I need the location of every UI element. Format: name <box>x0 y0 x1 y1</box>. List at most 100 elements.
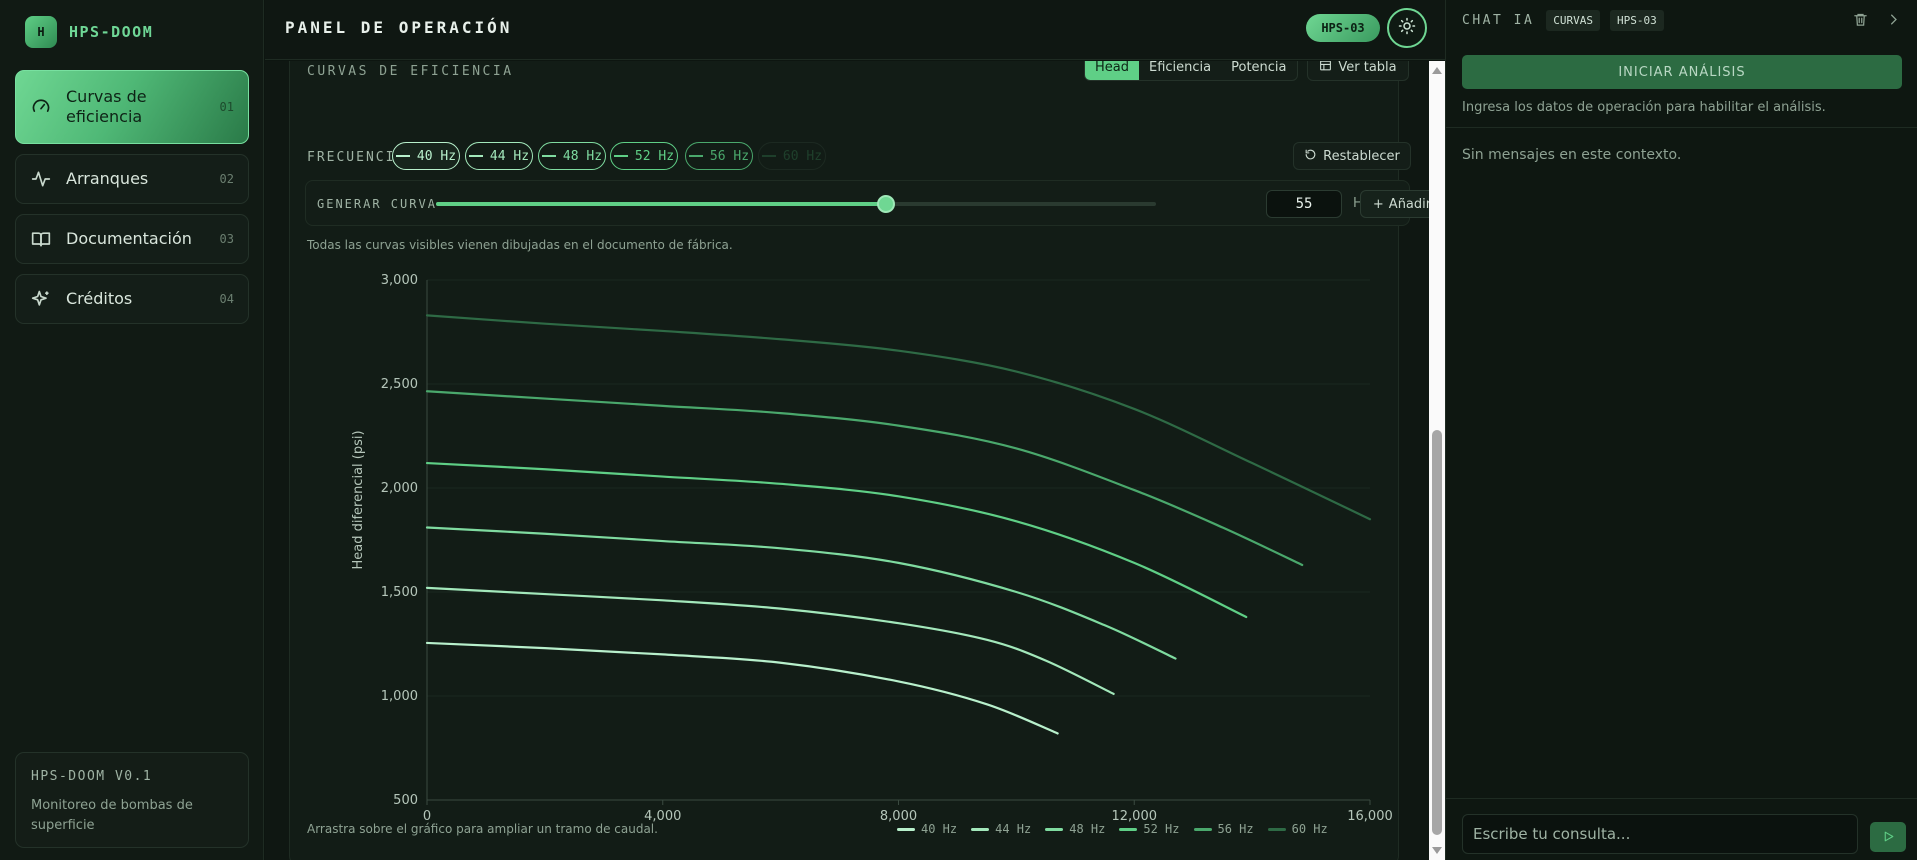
send-button[interactable] <box>1870 822 1906 852</box>
head-chart[interactable]: 3,0002,5002,0001,5001,0005000 4,000 8,000 1… <box>290 252 1400 832</box>
series-line <box>425 314 1372 521</box>
frequency-chip[interactable]: 52 Hz <box>610 142 678 170</box>
tab-eficiencia[interactable]: Eficiencia <box>1139 61 1221 80</box>
legend-label: 48 Hz <box>1069 822 1106 836</box>
chip-swatch <box>541 155 556 157</box>
scroll-down-icon[interactable] <box>1432 847 1442 854</box>
generate-curve-bar: GENERAR CURVA 55 Hz + Añadir <box>305 180 1430 226</box>
brand-logo: H <box>25 16 57 48</box>
reset-icon <box>1304 148 1317 165</box>
view-table-label: Ver tabla <box>1338 61 1397 75</box>
chat-input[interactable]: Escribe tu consulta... <box>1462 814 1858 854</box>
theme-toggle-button[interactable] <box>1387 8 1427 48</box>
y-tick-label: 2,000 <box>381 481 418 496</box>
page-title: PANEL DE OPERACIÓN <box>285 18 513 37</box>
gauge-icon <box>30 96 52 118</box>
sidebar-item-label: Documentación <box>66 229 192 248</box>
chip-label: 60 Hz <box>782 148 823 164</box>
frequency-chip[interactable]: 40 Hz <box>392 142 460 170</box>
tab-potencia[interactable]: Potencia <box>1221 61 1296 80</box>
series-line <box>425 390 1304 567</box>
legend-item[interactable]: 60 Hz <box>1267 822 1328 836</box>
legend-item[interactable]: 52 Hz <box>1119 822 1180 836</box>
legend-item[interactable]: 40 Hz <box>897 822 957 836</box>
slider-thumb[interactable] <box>877 195 895 213</box>
scroll-thumb[interactable] <box>1432 430 1442 835</box>
legend-swatch <box>1045 827 1064 831</box>
sidebar: H HPS-DOOM Curvas de eficiencia 01 Arran… <box>0 0 264 860</box>
sidebar-item-label: Curvas de eficiencia <box>66 87 147 126</box>
pump-badge[interactable]: HPS-03 <box>1306 14 1380 42</box>
legend-label: 56 Hz <box>1217 822 1254 836</box>
scroll-up-icon[interactable] <box>1432 67 1442 74</box>
x-tick-label: 16,000 <box>1347 809 1393 824</box>
frequency-chip[interactable]: 56 Hz <box>685 142 753 170</box>
activity-icon <box>30 168 52 190</box>
divider <box>1446 798 1917 799</box>
efficiency-card: CURVAS DE EFICIENCIA Head Eficiencia Pot… <box>289 61 1430 860</box>
frequency-chip[interactable]: 48 Hz <box>538 142 606 170</box>
legend-item[interactable]: 44 Hz <box>971 822 1031 836</box>
chat-title: CHAT IA <box>1462 13 1535 28</box>
curves-note: Todas las curvas visibles vienen dibujad… <box>307 238 733 252</box>
add-curve-button[interactable]: + Añadir <box>1360 190 1430 218</box>
divider <box>1446 127 1917 128</box>
legend-label: 40 Hz <box>921 822 958 836</box>
chip-label: 44 Hz <box>489 148 530 164</box>
brand-name: HPS-DOOM <box>69 23 154 41</box>
chip-label: 56 Hz <box>709 148 750 164</box>
sidebar-item-curvas[interactable]: Curvas de eficiencia 01 <box>15 70 249 144</box>
slider-fill <box>436 202 886 206</box>
table-icon <box>1319 61 1332 76</box>
view-table-button[interactable]: Ver tabla <box>1307 61 1409 81</box>
trash-icon[interactable] <box>1853 12 1868 31</box>
legend-item[interactable]: 56 Hz <box>1193 822 1254 836</box>
sidebar-item-arranques[interactable]: Arranques 02 <box>15 154 249 204</box>
book-icon <box>30 228 52 250</box>
sparkles-icon <box>30 288 52 310</box>
sidebar-item-label: Arranques <box>66 169 149 188</box>
chip-swatch <box>761 155 776 157</box>
chart-legend: 40 Hz 44 Hz 48 Hz 52 Hz 56 Hz 60 Hz <box>897 822 1342 836</box>
chat-info: Ingresa los datos de operación para habi… <box>1462 100 1826 115</box>
legend-swatch <box>971 827 990 831</box>
frequency-chip[interactable]: 60 Hz <box>758 142 826 170</box>
chip-swatch <box>468 155 483 157</box>
card-title: CURVAS DE EFICIENCIA <box>307 64 514 79</box>
context-tag: CURVAS <box>1546 10 1601 31</box>
tab-head[interactable]: Head <box>1085 61 1139 80</box>
y-tick-label: 2,500 <box>381 377 418 392</box>
legend-swatch <box>1193 827 1212 831</box>
chat-actions <box>1853 12 1901 31</box>
brand[interactable]: H HPS-DOOM <box>25 16 153 48</box>
start-analysis-button[interactable]: INICIAR ANÁLISIS <box>1462 55 1902 89</box>
chip-label: 48 Hz <box>562 148 603 164</box>
frequency-chip[interactable]: 44 Hz <box>465 142 533 170</box>
reset-label: Restablecer <box>1323 148 1400 164</box>
chevron-right-icon[interactable] <box>1886 12 1901 31</box>
frequency-slider[interactable] <box>436 195 1156 213</box>
y-tick-label: 3,000 <box>381 273 418 288</box>
series-line <box>425 586 1115 696</box>
sidebar-item-label: Créditos <box>66 289 133 308</box>
add-curve-label: Añadir <box>1388 196 1430 212</box>
chat-panel: CHAT IA CURVAS HPS-03 INICIAR ANÁLISIS I… <box>1445 0 1917 860</box>
frequency-input[interactable]: 55 <box>1266 190 1342 218</box>
plus-icon: + <box>1372 196 1384 212</box>
main-scrollbar[interactable] <box>1429 61 1445 860</box>
chip-swatch <box>688 155 703 157</box>
legend-label: 60 Hz <box>1291 822 1328 836</box>
chip-swatch <box>395 155 410 157</box>
version-card: HPS-DOOM V0.1 Monitoreo de bombas de sup… <box>15 752 249 848</box>
top-header: PANEL DE OPERACIÓN HPS-03 <box>265 0 1445 60</box>
sidebar-item-number: 04 <box>219 292 234 306</box>
sidebar-item-documentacion[interactable]: Documentación 03 <box>15 214 249 264</box>
y-tick-label: 500 <box>393 793 418 808</box>
legend-item[interactable]: 48 Hz <box>1045 822 1105 836</box>
sidebar-item-number: 01 <box>219 100 234 114</box>
sidebar-item-creditos[interactable]: Créditos 04 <box>15 274 249 324</box>
legend-swatch <box>1119 827 1138 831</box>
send-icon <box>1882 828 1895 847</box>
sun-icon <box>1398 17 1416 39</box>
reset-button[interactable]: Restablecer <box>1293 142 1411 170</box>
